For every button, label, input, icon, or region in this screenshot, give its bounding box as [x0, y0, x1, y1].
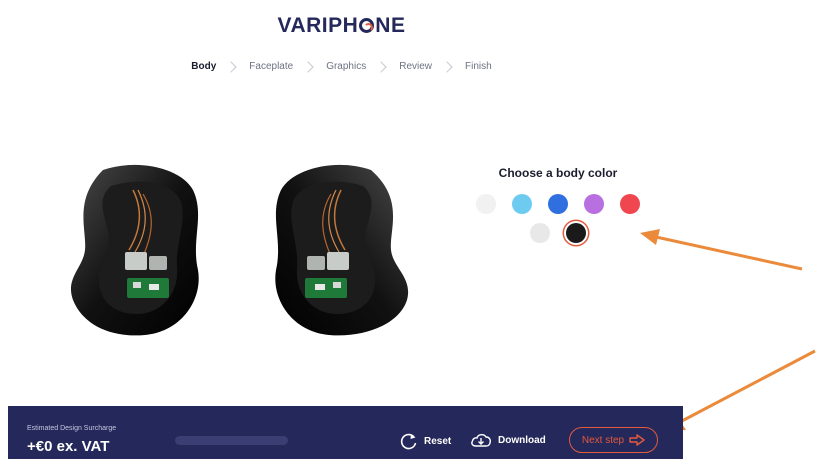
color-swatch-red[interactable] [620, 194, 640, 214]
color-swatch-white[interactable] [476, 194, 496, 214]
cloud-download-icon [471, 433, 491, 447]
download-button[interactable]: Download [470, 432, 546, 448]
chevron-right-icon [225, 60, 237, 73]
color-panel-title: Choose a body color [498, 166, 618, 180]
step-finish[interactable]: Finish [462, 61, 495, 72]
logo-text-end: NE [375, 14, 406, 37]
next-step-button[interactable]: Next step [569, 427, 658, 453]
color-swatch-light-grey[interactable] [530, 223, 550, 243]
chevron-right-icon [302, 60, 314, 73]
brand-logo: VARIPH NE [0, 14, 683, 38]
chevron-right-icon [441, 60, 453, 73]
step-breadcrumb: Body Faceplate Graphics Review Finish [0, 60, 683, 73]
logo-text-start: VARIPH [277, 14, 359, 37]
color-swatch-black[interactable] [566, 223, 586, 243]
annotation-arrow-color [655, 235, 803, 271]
chevron-right-icon [375, 60, 387, 73]
surcharge-label: Estimated Design Surcharge [27, 425, 117, 432]
earbud-right-image [275, 164, 409, 336]
color-swatch-purple[interactable] [584, 194, 604, 214]
download-label: Download [498, 434, 546, 446]
surcharge-progress-bar [175, 436, 288, 445]
reset-icon [400, 433, 417, 450]
earbud-left-image [70, 164, 199, 336]
next-step-label: Next step [581, 434, 625, 446]
annotation-arrow-next [679, 349, 816, 424]
surcharge-value: +€0 ex. VAT [27, 438, 110, 455]
color-swatch-blue[interactable] [548, 194, 568, 214]
bottom-bar: Estimated Design Surcharge +€0 ex. VAT R… [8, 406, 683, 459]
reset-label: Reset [424, 435, 452, 447]
earbud-preview [63, 160, 415, 340]
color-row-1 [470, 194, 646, 214]
reset-button[interactable]: Reset [400, 432, 451, 450]
body-color-panel: Choose a body color [470, 166, 646, 252]
step-graphics[interactable]: Graphics [323, 61, 369, 72]
arrow-right-icon [629, 434, 645, 446]
step-body[interactable]: Body [188, 61, 219, 72]
color-row-2 [470, 223, 646, 243]
step-review[interactable]: Review [396, 61, 435, 72]
logo-o-icon [359, 18, 375, 33]
color-swatch-light-blue[interactable] [512, 194, 532, 214]
step-faceplate[interactable]: Faceplate [246, 61, 296, 72]
